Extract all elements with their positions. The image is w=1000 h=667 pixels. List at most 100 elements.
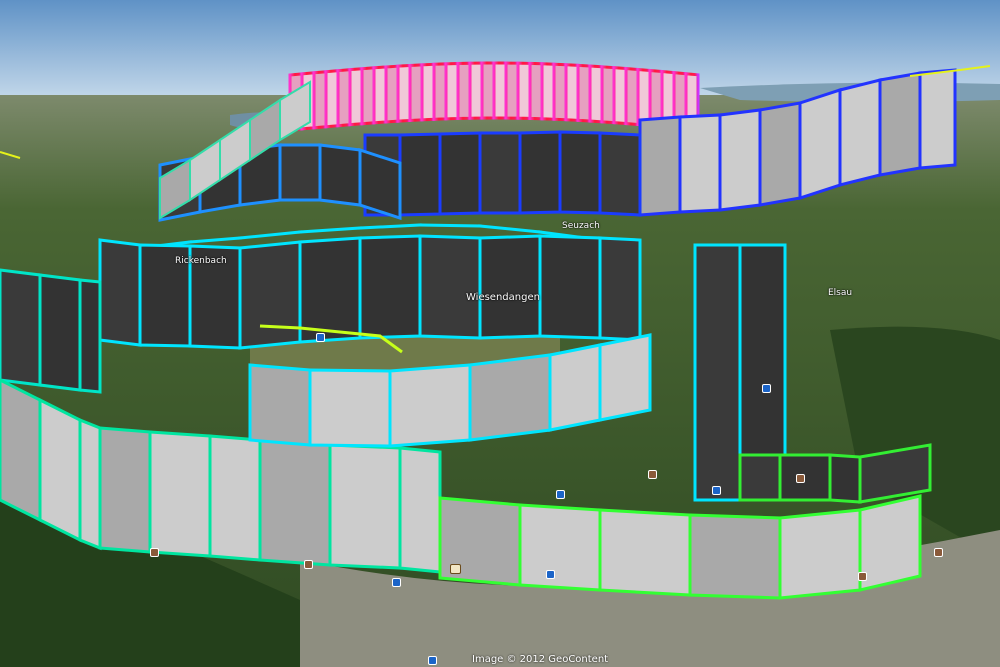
curtain-panel [438, 131, 482, 216]
curtain-segment [0, 268, 102, 394]
place-label-wiesendangen[interactable]: Wiesendangen [466, 292, 540, 303]
curtain-panel [598, 236, 642, 342]
curtain-panel [98, 238, 142, 347]
poi-icon[interactable] [934, 548, 943, 557]
curtain-panel [858, 494, 922, 592]
curtain-panel [312, 70, 328, 130]
curtain-panel [798, 87, 842, 201]
curtain-panel [778, 453, 832, 502]
curtain-panel [396, 63, 412, 123]
curtain-panel [548, 343, 602, 432]
curtain-panel [828, 453, 862, 504]
poi-icon[interactable] [392, 578, 401, 587]
curtain-panel [478, 131, 522, 215]
curtain-panel [688, 513, 782, 600]
curtain-panel [758, 101, 802, 207]
curtain-panel [388, 363, 472, 448]
curtain-panel [0, 378, 42, 523]
curtain-panel [588, 64, 604, 124]
place-label-elsau[interactable]: Elsau [828, 288, 852, 298]
curtain-panel [98, 426, 152, 554]
curtain-panel [336, 68, 352, 128]
library-icon[interactable] [450, 564, 461, 574]
curtain-panel [540, 62, 556, 121]
curtain-panel [38, 273, 82, 392]
imagery-credit: Image © 2012 GeoContent [472, 654, 609, 665]
poi-icon[interactable] [648, 470, 657, 479]
poi-icon[interactable] [428, 656, 437, 665]
curtain-panel [576, 63, 592, 123]
poi-icon[interactable] [150, 548, 159, 557]
curtain-panel [318, 143, 362, 207]
terrain-scene[interactable] [0, 0, 1000, 667]
curtain-panel [468, 353, 552, 442]
place-label-seuzach[interactable]: Seuzach [562, 221, 600, 231]
curtain-panel [78, 417, 102, 551]
curtain-panel [598, 131, 642, 217]
curtain-panel [358, 234, 422, 340]
poi-icon[interactable] [762, 384, 771, 393]
curtain-panel [298, 236, 362, 344]
curtain-panel [478, 234, 542, 340]
curtain-panel [538, 234, 602, 340]
curtain-segment [98, 234, 642, 350]
curtain-panel [78, 278, 102, 394]
curtain-panel [738, 453, 782, 502]
curtain-panel [552, 62, 568, 122]
curtain-panel [612, 66, 628, 126]
curtain-panel [278, 143, 322, 202]
curtain-panel [408, 63, 424, 123]
curtain-panel [372, 65, 388, 125]
curtain-panel [358, 147, 402, 221]
curtain-panel [0, 268, 42, 387]
curtain-panel [384, 64, 400, 124]
curtain-panel [638, 115, 682, 217]
curtain-panel [418, 234, 482, 340]
curtain-panel [480, 61, 496, 120]
curtain-panel [238, 240, 302, 350]
curtain-panel [248, 363, 312, 447]
curtain-panel [518, 503, 602, 592]
curtain-panel [718, 108, 762, 212]
curtain-panel [492, 61, 508, 120]
curtain-panel [878, 71, 922, 177]
curtain-panel [360, 66, 376, 126]
curtain-panel [328, 443, 402, 570]
curtain-panel [348, 67, 364, 127]
curtain-panel [398, 446, 442, 574]
curtain-panel [398, 132, 442, 217]
poi-icon[interactable] [712, 486, 721, 495]
poi-icon[interactable] [546, 570, 555, 579]
curtain-panel [518, 130, 562, 215]
curtain-panel [598, 508, 692, 597]
curtain-panel [432, 62, 448, 121]
place-label-rickenbach[interactable]: Rickenbach [175, 256, 227, 266]
curtain-panel [838, 78, 882, 187]
curtain-panel [468, 61, 484, 120]
curtain-panel [148, 430, 212, 558]
poi-icon[interactable] [556, 490, 565, 499]
curtain-panel [504, 61, 520, 120]
curtain-panel [693, 243, 742, 502]
curtain-panel [558, 130, 602, 215]
curtain-panel [528, 61, 544, 121]
curtain-panel [598, 333, 652, 422]
curtain-panel [444, 61, 460, 121]
map-viewport[interactable]: Rickenbach Wiesendangen Elsau Seuzach Im… [0, 0, 1000, 667]
curtain-panel [308, 368, 392, 448]
curtain-panel [678, 113, 722, 214]
curtain-panel [324, 69, 340, 129]
poi-icon[interactable] [316, 333, 325, 342]
curtain-panel [208, 434, 262, 562]
poi-icon[interactable] [796, 474, 805, 483]
curtain-panel [418, 223, 482, 228]
curtain-panel [918, 68, 957, 170]
poi-icon[interactable] [858, 572, 867, 581]
poi-icon[interactable] [304, 560, 313, 569]
curtain-panel [778, 508, 862, 600]
curtain-panel [420, 62, 436, 122]
curtain-segment [363, 130, 642, 217]
curtain-panel [564, 63, 580, 122]
curtain-panel [600, 65, 616, 125]
curtain-panel [456, 61, 472, 121]
